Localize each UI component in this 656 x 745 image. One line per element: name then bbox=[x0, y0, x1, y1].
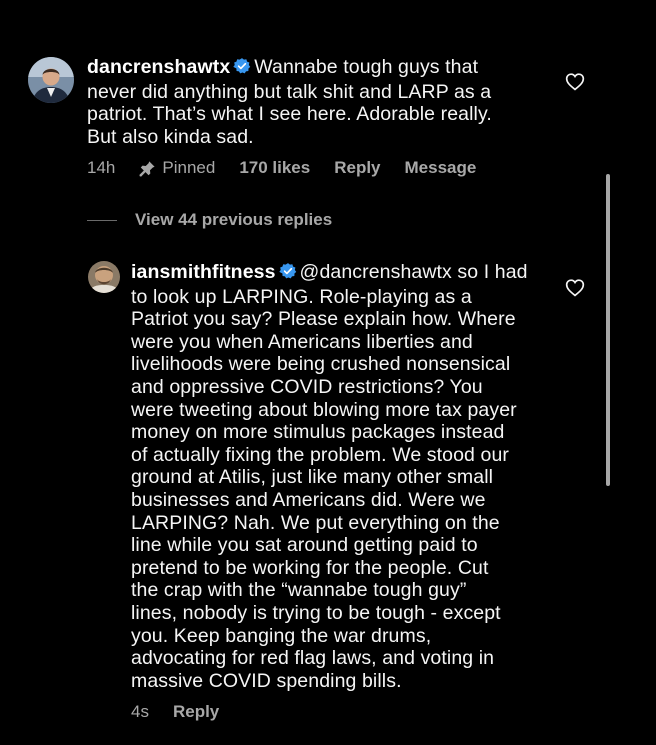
comments-screen: dancrenshawtx Wannabe tough guys that nev… bbox=[0, 0, 656, 745]
reply-line-3: Patriot you say? Please explain how. Whe… bbox=[131, 308, 516, 331]
reply-line-4: were you when Americans liberties and bbox=[131, 330, 473, 353]
pushpin-icon bbox=[139, 160, 155, 177]
view-previous-replies-label: View 44 previous replies bbox=[135, 210, 333, 229]
verified-badge-icon bbox=[233, 57, 251, 81]
reply-line-7: were tweeting about blowing more tax pay… bbox=[131, 398, 517, 421]
reply-line-12: LARPING? Nah. We put everything on the bbox=[131, 511, 500, 534]
reply-text: iansmithfitness @dancrenshawtx so I had t… bbox=[131, 261, 551, 692]
reply-line-11: businesses and Americans did. Were we bbox=[131, 488, 486, 511]
avatar-dancrenshawtx[interactable] bbox=[28, 57, 74, 103]
reply-line-2: to look up LARPING. Role-playing as a bbox=[131, 285, 472, 308]
view-previous-replies[interactable]: View 44 previous replies bbox=[87, 210, 332, 230]
reply-line-14: pretend to be working for the people. Cu… bbox=[131, 556, 489, 579]
comment-likes[interactable]: 170 likes bbox=[239, 158, 310, 178]
reply-line-19: massive COVID spending bills. bbox=[131, 669, 402, 692]
verified-badge-icon bbox=[278, 262, 297, 286]
heart-outline-icon[interactable] bbox=[565, 72, 585, 96]
comment-line-1: Wannabe tough guys that bbox=[254, 56, 479, 78]
pinned-label: Pinned bbox=[162, 158, 216, 177]
comment-message-button[interactable]: Message bbox=[405, 158, 477, 178]
pinned-indicator: Pinned bbox=[139, 158, 215, 178]
reply-reply-button[interactable]: Reply bbox=[173, 702, 219, 722]
reply-time: 4s bbox=[131, 702, 149, 721]
reply-line-9: of actually fixing the problem. We stood… bbox=[131, 443, 509, 466]
comment-meta: 14h Pinned 170 likes Reply Message bbox=[87, 158, 500, 178]
reply-line-16: lines, nobody is trying to be tough - ex… bbox=[131, 601, 501, 624]
replies-divider-line bbox=[87, 219, 117, 221]
reply-line-5: livelihoods were being crushed nonsensic… bbox=[131, 353, 511, 376]
comment-line-2: never did anything but talk shit and LAR… bbox=[87, 80, 492, 103]
reply-line-1: @dancrenshawtx so I had bbox=[299, 261, 528, 283]
heart-outline-icon[interactable] bbox=[565, 278, 585, 302]
comment-line-4: But also kinda sad. bbox=[87, 125, 254, 148]
comment-time: 14h bbox=[87, 158, 116, 177]
avatar-iansmithfitness[interactable] bbox=[88, 261, 120, 293]
reply-line-13: line while you sat around getting paid t… bbox=[131, 534, 478, 557]
scrollbar[interactable] bbox=[606, 174, 610, 486]
reply-line-18: advocating for red flag laws, and voting… bbox=[131, 647, 495, 670]
comment-text: dancrenshawtx Wannabe tough guys that nev… bbox=[87, 56, 507, 148]
reply-line-6: and oppressive COVID restrictions? You bbox=[131, 375, 483, 398]
reply-line-8: money on more stimulus packages instead bbox=[131, 421, 505, 444]
reply-line-10: ground at Atilis, just like many other s… bbox=[131, 466, 494, 489]
comment-username[interactable]: dancrenshawtx bbox=[87, 56, 230, 78]
reply-meta: 4s Reply bbox=[131, 702, 243, 722]
reply-line-17: you. Keep banging the war drums, bbox=[131, 624, 432, 647]
reply-username[interactable]: iansmithfitness bbox=[131, 261, 276, 283]
comment-line-3: patriot. That’s what I see here. Adorabl… bbox=[87, 103, 492, 126]
comment-reply-button[interactable]: Reply bbox=[334, 158, 380, 178]
reply-line-15: the crap with the “wannabe tough guy” bbox=[131, 579, 467, 602]
